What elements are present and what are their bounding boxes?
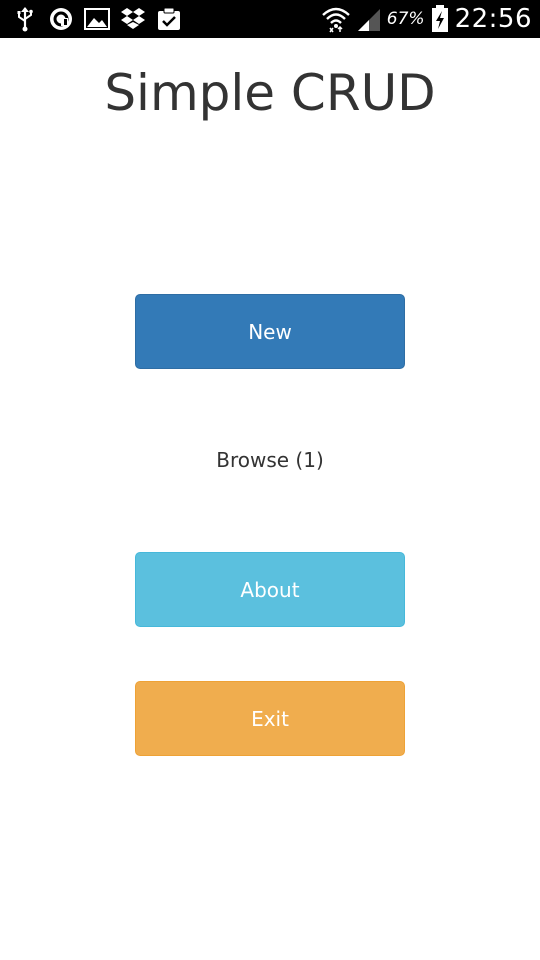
gallery-icon	[84, 5, 110, 33]
wifi-icon	[321, 5, 351, 33]
clock: 22:56	[454, 4, 532, 34]
browse-button[interactable]: Browse (1)	[135, 422, 405, 497]
about-button[interactable]: About	[135, 552, 405, 627]
new-button[interactable]: New	[135, 294, 405, 369]
battery-percent: 67%	[386, 9, 425, 29]
sync-icon	[48, 5, 74, 33]
dropbox-icon	[120, 5, 146, 33]
notification-icons	[12, 5, 182, 33]
app-title: Simple CRUD	[104, 64, 436, 122]
exit-button[interactable]: Exit	[135, 681, 405, 756]
signal-icon	[357, 6, 381, 32]
clipboard-check-icon	[156, 5, 182, 33]
system-icons: 67% 22:56	[321, 3, 532, 35]
status-bar: 67% 22:56	[0, 0, 540, 38]
usb-icon	[12, 5, 38, 33]
battery-charging-icon	[431, 5, 449, 33]
